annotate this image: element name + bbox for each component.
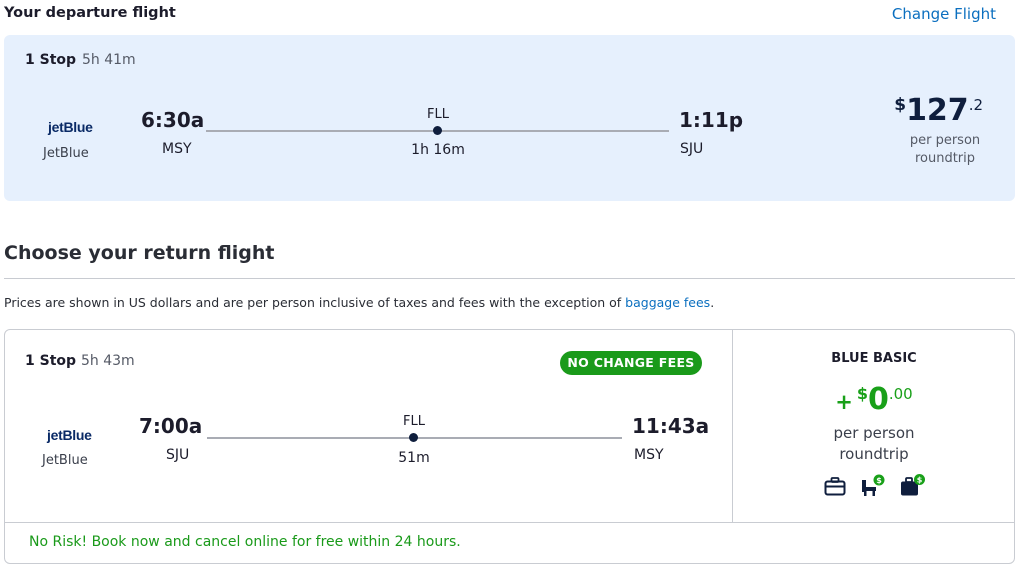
departure-via-airport: FLL xyxy=(427,107,449,122)
return-layover-duration: 51m xyxy=(398,450,430,466)
fare-per-person: per person xyxy=(833,424,915,442)
change-flight-link[interactable]: Change Flight xyxy=(892,5,996,23)
return-flight-details: 1 Stop 5h 43m NO CHANGE FEES jetBlue Jet… xyxy=(5,330,732,522)
airline-logo: jetBlue xyxy=(48,119,93,135)
airline-logo: jetBlue xyxy=(47,427,92,443)
return-depart-time: 7:00a xyxy=(139,414,203,438)
svg-text:$: $ xyxy=(876,476,882,485)
return-via-airport: FLL xyxy=(403,414,425,429)
fare-amount: 0 xyxy=(868,382,889,417)
fare-amenities: $ $ xyxy=(823,474,933,498)
price-currency: $ xyxy=(894,95,907,115)
fare-price[interactable]: + $0.00 xyxy=(732,382,1016,417)
checked-bag-fee-icon: $ xyxy=(901,474,925,496)
airline-name: JetBlue xyxy=(43,146,89,161)
return-section-title: Choose your return flight xyxy=(4,242,275,264)
return-arrive-time: 11:43a xyxy=(632,414,710,438)
return-arrive-code: MSY xyxy=(634,447,664,463)
departure-layover-duration: 1h 16m xyxy=(411,142,465,158)
price-cents: .2 xyxy=(968,96,983,114)
return-stop-dot xyxy=(409,433,418,442)
departure-header: Your departure flight Change Flight xyxy=(4,5,1016,25)
departure-stop-dot xyxy=(433,126,442,135)
card-bottom-separator xyxy=(5,522,1014,523)
price-notice: Prices are shown in US dollars and are p… xyxy=(4,295,714,310)
departure-title: Your departure flight xyxy=(4,5,176,21)
departure-depart-time: 6:30a xyxy=(141,108,205,132)
return-stops: 1 Stop xyxy=(25,353,77,369)
price-amount: 127 xyxy=(906,93,969,128)
no-risk-message: No Risk! Book now and cancel online for … xyxy=(29,534,461,550)
section-divider xyxy=(4,278,1015,279)
no-change-fees-badge: NO CHANGE FEES xyxy=(560,351,702,375)
departure-total-duration: 5h 41m xyxy=(82,52,136,68)
return-total-duration: 5h 43m xyxy=(81,353,135,369)
departure-arrive-time: 1:11p xyxy=(679,108,744,132)
fare-cents: .00 xyxy=(888,385,913,403)
svg-text:$: $ xyxy=(917,476,923,485)
return-depart-code: SJU xyxy=(166,447,190,463)
departure-depart-code: MSY xyxy=(162,141,192,157)
fare-name[interactable]: BLUE BASIC xyxy=(732,351,1016,366)
price-per-person: per person xyxy=(909,133,981,148)
seat-fee-icon: $ xyxy=(862,474,885,496)
departure-card: 1 Stop 5h 41m jetBlue JetBlue 6:30a MSY … xyxy=(4,35,1015,201)
departure-price: $127.2 xyxy=(894,93,983,128)
airline-name: JetBlue xyxy=(42,453,88,468)
fare-currency: $ xyxy=(856,384,868,403)
departure-arrive-code: SJU xyxy=(680,141,704,157)
price-notice-end: . xyxy=(710,295,715,310)
price-roundtrip: roundtrip xyxy=(914,151,976,166)
return-flight-card[interactable]: 1 Stop 5h 43m NO CHANGE FEES jetBlue Jet… xyxy=(4,329,1015,564)
carry-on-bag-icon xyxy=(824,477,846,496)
baggage-fees-link[interactable]: baggage fees xyxy=(625,295,710,310)
price-notice-text: Prices are shown in US dollars and are p… xyxy=(4,295,622,310)
fare-roundtrip: roundtrip xyxy=(839,445,909,463)
fare-plus: + xyxy=(835,390,853,414)
departure-stops: 1 Stop xyxy=(25,52,77,68)
